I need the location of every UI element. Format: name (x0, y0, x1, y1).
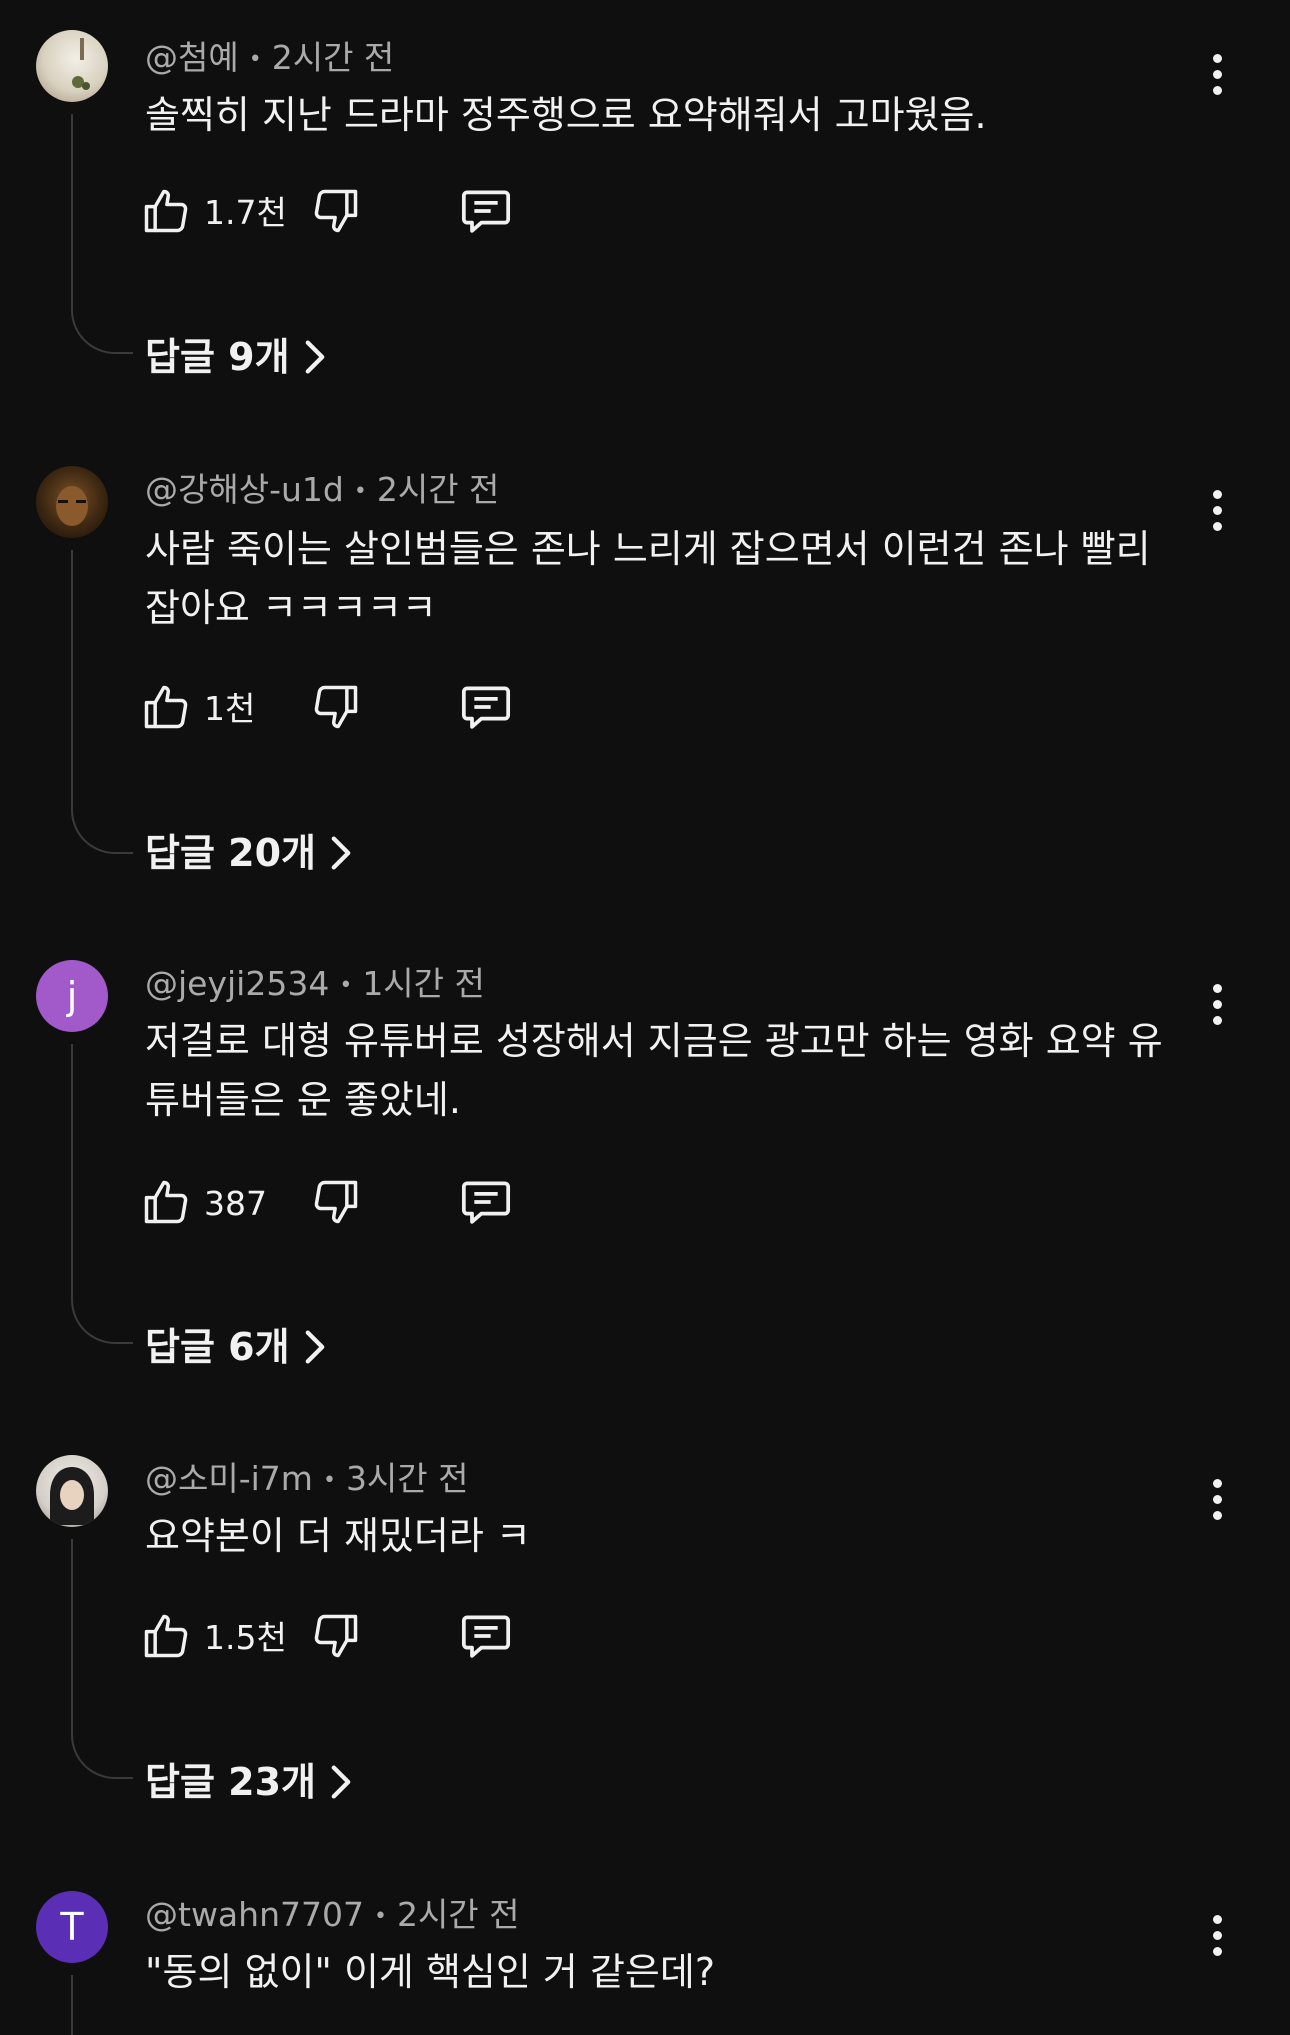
comment-time: 3시간 전 (345, 1459, 469, 1498)
like-count: 1.7천 (204, 193, 287, 232)
comment-text: "동의 없이" 이게 핵심인 거 같은데? (145, 1950, 716, 1994)
avatar[interactable]: j (36, 960, 108, 1032)
comment-time: 1시간 전 (362, 964, 485, 1003)
comment-actions: 387 (140, 1174, 540, 1234)
chevron-right-icon (305, 1330, 324, 1364)
comment-actions: 1천 (140, 679, 540, 739)
comment-text: 요약본이 더 재밌더라 ㅋ (145, 1514, 531, 1558)
replies-button[interactable]: 답글 20개 (145, 828, 352, 878)
more-vert-icon[interactable] (1202, 482, 1232, 538)
thread-line (71, 114, 133, 354)
thread-line (71, 1044, 133, 1344)
chevron-right-icon (331, 1765, 351, 1799)
comment-icon[interactable] (458, 679, 518, 739)
more-vert-icon[interactable] (1202, 46, 1232, 102)
like-count: 387 (204, 1184, 267, 1223)
comment-meta: @첨예 • 2시간 전 (145, 38, 395, 77)
chevron-right-icon (305, 340, 324, 374)
thumbs-up-icon[interactable] (140, 679, 196, 739)
thread-line (71, 1975, 133, 2035)
replies-button[interactable]: 답글 6개 (145, 1322, 326, 1372)
comment-author[interactable]: @jeyji2534 (145, 964, 329, 1003)
comment-time: 2시간 전 (271, 38, 395, 77)
thumbs-up-icon[interactable] (140, 1608, 196, 1668)
thumbs-down-icon[interactable] (310, 679, 366, 739)
comment-author[interactable]: @강해상-u1d (145, 470, 344, 509)
thread-line (71, 1539, 133, 1779)
comment-meta: @소미-i7m • 3시간 전 (145, 1459, 469, 1498)
comment-icon[interactable] (458, 1174, 518, 1234)
replies-button[interactable]: 답글 23개 (145, 1757, 352, 1807)
thread-line (71, 550, 133, 854)
thumbs-up-icon[interactable] (140, 183, 196, 243)
comment-meta: @twahn7707 • 2시간 전 (145, 1895, 520, 1934)
comment-text: 사람 죽이는 살인범들은 존나 느리게 잡으면서 이런건 존나 빨리 잡아요 ㅋ… (145, 527, 1151, 630)
more-vert-icon[interactable] (1202, 1907, 1232, 1963)
avatar[interactable] (36, 466, 108, 538)
like-count: 1.5천 (204, 1618, 287, 1657)
more-vert-icon[interactable] (1202, 1471, 1232, 1527)
comment-text: 저걸로 대형 유튜버로 성장해서 지금은 광고만 하는 영화 요약 유 튜버들은… (145, 1019, 1163, 1122)
comment-author[interactable]: @첨예 (145, 38, 239, 77)
avatar[interactable]: T (36, 1891, 108, 1963)
avatar[interactable] (36, 1455, 108, 1527)
avatar[interactable] (36, 30, 108, 102)
comment-icon[interactable] (458, 1608, 518, 1668)
comment-text: 솔찍히 지난 드라마 정주행으로 요약해줘서 고마웠음. (145, 93, 987, 137)
replies-button[interactable]: 답글 9개 (145, 332, 326, 382)
comment-icon[interactable] (458, 183, 518, 243)
comment-actions: 1.7천 (140, 183, 540, 243)
comment-actions: 1.5천 (140, 1608, 540, 1668)
comment-time: 2시간 전 (376, 470, 500, 509)
chevron-right-icon (331, 836, 351, 870)
comment-meta: @jeyji2534 • 1시간 전 (145, 964, 485, 1003)
comment-time: 2시간 전 (396, 1895, 520, 1934)
more-vert-icon[interactable] (1202, 976, 1232, 1032)
comment-meta: @강해상-u1d • 2시간 전 (145, 470, 500, 509)
like-count: 1천 (204, 689, 256, 728)
thumbs-down-icon[interactable] (310, 1608, 366, 1668)
comment-author[interactable]: @twahn7707 (145, 1895, 364, 1934)
comment-author[interactable]: @소미-i7m (145, 1459, 313, 1498)
thumbs-down-icon[interactable] (310, 1174, 366, 1234)
thumbs-up-icon[interactable] (140, 1174, 196, 1234)
thumbs-down-icon[interactable] (310, 183, 366, 243)
